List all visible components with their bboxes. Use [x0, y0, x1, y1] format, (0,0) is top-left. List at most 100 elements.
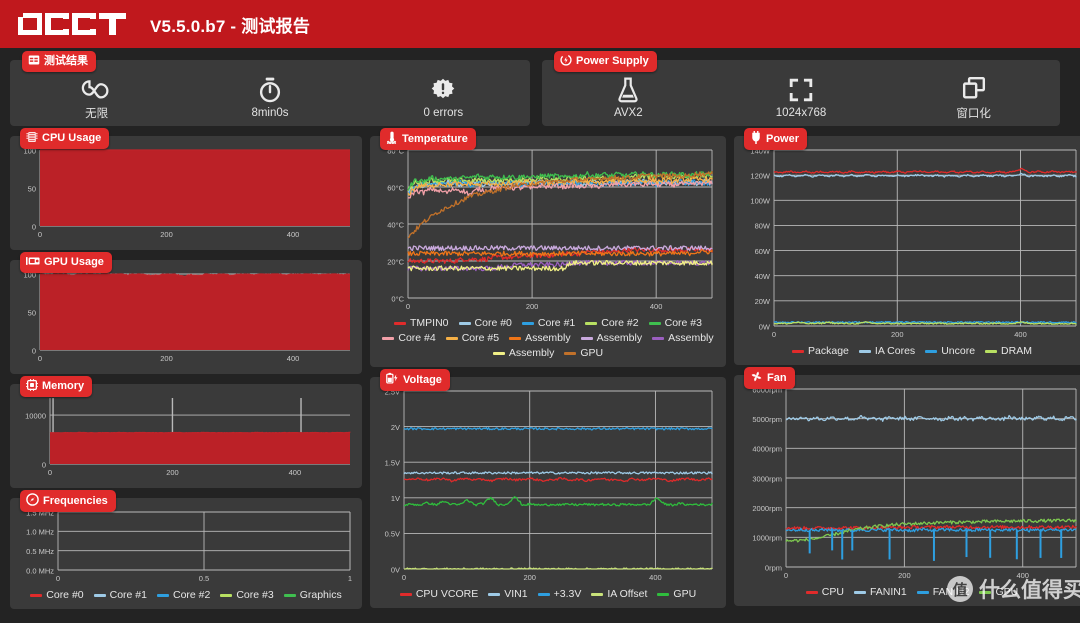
legend-label: Core #1	[537, 317, 576, 329]
legend-item[interactable]: IA Offset	[591, 588, 647, 600]
legend-label: Assembly	[596, 332, 643, 344]
y-tick-label: 0W	[759, 322, 771, 331]
y-tick-label: 100	[23, 148, 36, 155]
legend-item[interactable]: Core #3	[220, 589, 274, 601]
panel-fan: Fan 值 什么值得买 0rpm 1000rpm 2000rpm 3000rpm 400…	[734, 367, 1080, 606]
x-tick-label: 200	[160, 354, 173, 363]
x-tick-label: 0	[56, 574, 60, 583]
panel-voltage: Voltage 0V 0.5V 1V 1.5V 2V 2.5V 0 200 400 CPU VCOR…	[370, 369, 726, 608]
stat-display-mode-label: 窗口化	[956, 108, 991, 120]
legend-item[interactable]: GPU	[564, 347, 603, 359]
y-tick-label: 120W	[750, 171, 771, 180]
legend-item[interactable]: Core #0	[30, 589, 84, 601]
legend-swatch-icon	[220, 593, 233, 597]
page-title: V5.5.0.b7 - 测试报告	[150, 16, 311, 36]
panel-badge-label: Power	[766, 132, 800, 145]
stat-elapsed-time: 8min0s	[183, 77, 356, 119]
legend-swatch-icon	[564, 351, 577, 355]
legend-swatch-icon	[648, 321, 661, 325]
legend-label: CPU	[821, 586, 844, 598]
gpu-icon	[26, 255, 40, 270]
legend-swatch-icon	[985, 349, 998, 353]
panel-badge-label: Frequencies	[43, 494, 108, 507]
x-tick-label: 0	[784, 571, 788, 580]
legend-label: Core #1	[109, 589, 147, 601]
summary-row: 测试结果 无限 8min0s 0 errors Power Supply AVX…	[0, 48, 1080, 132]
x-tick-label: 400	[1014, 330, 1027, 339]
legend-item[interactable]: Core #2	[585, 317, 639, 329]
test-results-card: 测试结果 无限 8min0s 0 errors	[10, 51, 530, 126]
power-supply-icon	[560, 54, 572, 69]
charts-column-middle: Temperature 0°C 20°C 40°C 60°C 80°C 0 200 400 TMP…	[370, 128, 726, 609]
panel-badge-cpu-usage: CPU Usage	[20, 128, 110, 149]
legend-item[interactable]: Core #2	[156, 589, 210, 601]
chart-voltage: 0V0.5V1V1.5V2V2.5V0 200 400	[385, 387, 713, 582]
y-tick-label: 1V	[391, 494, 400, 503]
legend-item[interactable]: +3.3V	[537, 588, 581, 600]
legend-item[interactable]: Assembly	[580, 332, 643, 344]
legend-item[interactable]: Package	[792, 345, 849, 357]
y-tick-label: 2V	[391, 423, 400, 432]
power-supply-card: Power Supply AVX2 1024x768 窗口化	[542, 51, 1060, 126]
battery-bolt-icon	[386, 372, 399, 388]
panel-badge-fan: Fan	[744, 367, 795, 389]
legend-swatch-icon	[537, 592, 550, 596]
y-tick-label: 0	[42, 460, 46, 469]
legend-item[interactable]: VIN1	[488, 588, 528, 600]
y-tick-label: 20W	[755, 297, 771, 306]
legend-item[interactable]: IA Cores	[858, 345, 915, 357]
legend-item[interactable]: Assembly	[509, 332, 571, 344]
panel-badge-power: Power	[744, 128, 808, 150]
x-tick-label: 0	[38, 230, 42, 239]
legend-label: Assembly	[668, 332, 714, 344]
legend-label: GPU	[580, 347, 604, 359]
y-tick-label: 50	[28, 308, 36, 317]
x-tick-label: 200	[523, 573, 536, 582]
stat-duration-mode: 无限	[10, 75, 183, 121]
charts-grid: CPU Usage 0 50 100 0 200 400 GPU Usage 0 50 100 0 2…	[0, 128, 1080, 617]
legend-label: VIN1	[504, 588, 528, 600]
legend-item[interactable]: Core #5	[445, 332, 499, 344]
error-burst-icon	[431, 77, 455, 103]
y-tick-label: 0V	[391, 565, 400, 574]
x-tick-label: 0.5	[199, 574, 209, 583]
legend-item[interactable]: Assembly	[492, 347, 554, 359]
x-tick-label: 1	[348, 574, 352, 583]
x-tick-label: 400	[287, 354, 300, 363]
legend-swatch-icon	[509, 336, 522, 340]
legend-item[interactable]: GPU	[979, 586, 1018, 598]
panel-badge-label: Memory	[42, 380, 85, 393]
legend-item[interactable]: DRAM	[985, 345, 1032, 357]
y-tick-label: 4000rpm	[752, 445, 782, 454]
y-tick-label: 40W	[755, 272, 771, 281]
legend-label: Uncore	[941, 345, 976, 357]
legend-item[interactable]: Core #1	[93, 589, 147, 601]
legend-item[interactable]: GPU	[657, 588, 696, 600]
legend-item[interactable]: Graphics	[283, 589, 342, 601]
legend-label: IA Offset	[607, 588, 648, 600]
y-tick-label: 60°C	[387, 183, 404, 192]
flask-icon	[617, 77, 639, 103]
x-tick-label: 200	[160, 230, 173, 239]
legend-item[interactable]: Core #1	[521, 317, 576, 329]
x-tick-label: 0	[402, 573, 406, 582]
x-tick-label: 200	[166, 468, 179, 477]
legend-item[interactable]: Core #0	[458, 317, 512, 329]
legend-label: Core #3	[664, 317, 702, 329]
legend-item[interactable]: Core #3	[648, 317, 702, 329]
legend-swatch-icon	[445, 336, 458, 340]
x-tick-label: 400	[287, 230, 300, 239]
legend-item[interactable]: Uncore	[925, 345, 975, 357]
legend-swatch-icon	[382, 336, 395, 340]
legend-swatch-icon	[156, 593, 169, 597]
legend-temperature: TMPIN0 Core #0 Core #1 Core #2 Core #3 Core #…	[378, 316, 718, 361]
title-bar: V5.5.0.b7 - 测试报告	[0, 0, 1080, 48]
legend-item[interactable]: Core #4	[382, 332, 436, 344]
legend-item[interactable]: CPU	[805, 586, 844, 598]
legend-item[interactable]: FANIN1	[853, 586, 907, 598]
fan-icon	[750, 370, 763, 386]
legend-item[interactable]: TMPIN0	[394, 317, 449, 329]
legend-item[interactable]: CPU VCORE	[399, 588, 478, 600]
legend-item[interactable]: FANIN2	[916, 586, 969, 598]
legend-item[interactable]: Assembly	[652, 332, 714, 344]
